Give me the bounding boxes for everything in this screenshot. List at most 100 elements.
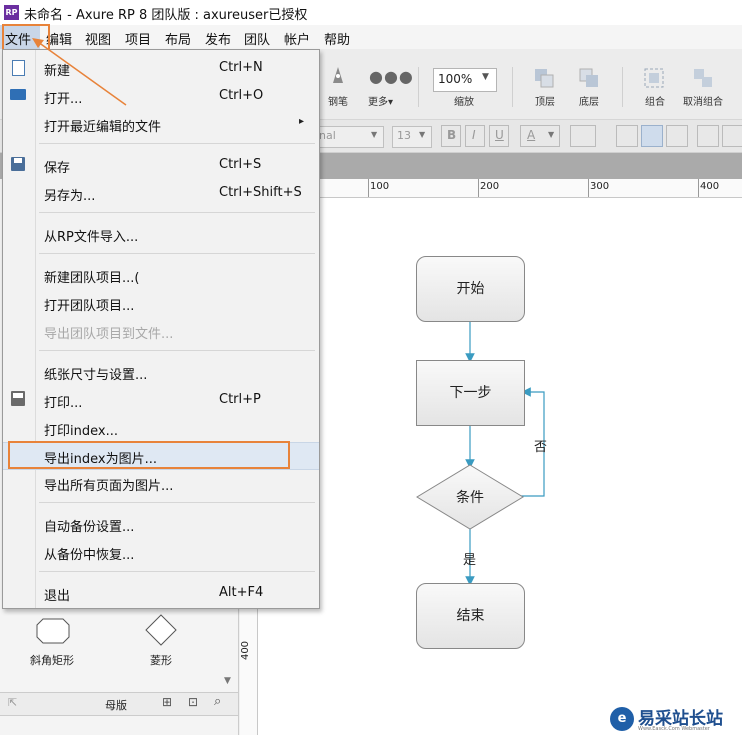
menu-item-save-as[interactable]: 另存为... Ctrl+Shift+S <box>3 180 319 206</box>
menu-item-shortcut: Ctrl+P <box>219 392 261 407</box>
more-label[interactable]: 更多▾ <box>368 93 393 108</box>
bring-to-front-icon[interactable] <box>533 67 555 89</box>
flow-node-next[interactable]: 下一步 <box>416 360 525 426</box>
menu-item-label: 打开团队项目... <box>44 299 135 314</box>
group-icon[interactable] <box>643 67 665 89</box>
ruler-tick-label: 400 <box>700 181 720 192</box>
italic-label: I <box>472 128 476 142</box>
widget-library-panel: 斜角矩形 菱形 ▼ ⇱ 母版 ⊞ ⊡ ⌕ <box>0 600 239 735</box>
font-color-label: A <box>527 128 536 142</box>
bevel-rectangle-widget-icon[interactable] <box>36 618 70 644</box>
zoom-select[interactable]: 100% ▼ <box>433 68 497 92</box>
bold-button[interactable]: B <box>441 125 461 147</box>
menu-item-label: 打印index... <box>44 424 118 439</box>
menu-item-shortcut: Ctrl+S <box>219 157 262 172</box>
collapse-icon[interactable]: ⇱ <box>8 696 17 709</box>
font-color-button[interactable]: A ▼ <box>520 125 560 147</box>
align-middle-icon[interactable] <box>722 125 742 147</box>
export-index-highlight-box <box>8 441 290 469</box>
ruler-tick-label: 200 <box>480 181 500 192</box>
flow-node-end[interactable]: 结束 <box>416 583 525 649</box>
file-menu-dropdown: 新建 Ctrl+N 打开... Ctrl+O 打开最近编辑的文件 ▸ 保存 Ct… <box>2 49 320 609</box>
italic-button[interactable]: I <box>465 125 485 147</box>
menu-separator <box>39 350 315 351</box>
underline-label: U <box>495 128 504 142</box>
toolbar-divider <box>512 67 513 107</box>
menu-item-import-rp[interactable]: 从RP文件导入... <box>3 221 319 247</box>
flow-node-next-label: 下一步 <box>449 385 492 401</box>
menu-item-shortcut: Alt+F4 <box>219 585 264 600</box>
menu-item-save[interactable]: 保存 Ctrl+S <box>3 152 319 178</box>
bullet-list-icon[interactable] <box>570 125 596 147</box>
menu-item-print-index[interactable]: 打印index... <box>3 415 319 441</box>
diamond-label: 菱形 <box>150 654 172 667</box>
font-family-select[interactable]: nal ▼ <box>318 126 384 148</box>
menu-item-exit[interactable]: 退出 Alt+F4 <box>3 580 319 606</box>
flow-node-start-label: 开始 <box>456 281 485 297</box>
underline-button[interactable]: U <box>489 125 509 147</box>
add-folder-icon[interactable]: ⊡ <box>188 695 198 709</box>
flow-node-end-label: 结束 <box>456 608 485 624</box>
menu-item-label: 保存 <box>44 161 71 176</box>
annotation-arrow <box>32 38 127 106</box>
align-center-icon[interactable] <box>641 125 663 147</box>
font-family-value: nal <box>319 129 336 142</box>
menu-item-print[interactable]: 打印... Ctrl+P <box>3 387 319 413</box>
group-label: 组合 <box>645 97 665 108</box>
flow-node-start[interactable]: 开始 <box>416 256 525 322</box>
top-layer-label: 顶层 <box>535 97 555 108</box>
align-right-icon[interactable] <box>666 125 688 147</box>
align-top-icon[interactable] <box>697 125 719 147</box>
pen-icon[interactable] <box>330 65 346 85</box>
menu-item-label: 退出 <box>44 589 71 604</box>
font-size-select[interactable]: 13 ▼ <box>392 126 432 148</box>
zoom-label: 缩放 <box>454 97 474 108</box>
ruler-tick-label: 100 <box>370 181 390 192</box>
flow-label-yes: 是 <box>463 553 477 568</box>
menu-item-new-team-project[interactable]: 新建团队项目...( <box>3 262 319 288</box>
menu-item-label: 自动备份设置... <box>44 520 135 535</box>
bevel-rectangle-label: 斜角矩形 <box>30 654 74 667</box>
menu-item-shortcut: Ctrl+Shift+S <box>219 185 302 200</box>
menu-item-label: 另存为... <box>44 189 96 204</box>
pen-label: 钢笔 <box>328 97 348 108</box>
menu-item-label: 新建团队项目...( <box>44 271 140 286</box>
flow-label-no: 否 <box>534 440 548 455</box>
toolbar-divider <box>418 67 419 107</box>
send-to-back-icon[interactable] <box>578 67 600 89</box>
menu-item-label: 打印... <box>44 396 83 411</box>
menu-item-open-team-project[interactable]: 打开团队项目... <box>3 290 319 316</box>
ruler-tick-label: 300 <box>590 181 610 192</box>
watermark-logo-icon: e <box>610 707 634 731</box>
add-master-icon[interactable]: ⊞ <box>162 695 172 709</box>
ungroup-icon[interactable] <box>692 67 714 89</box>
menu-separator <box>39 143 315 144</box>
masters-label: 母版 <box>105 699 127 712</box>
menu-item-auto-backup[interactable]: 自动备份设置... <box>3 511 319 537</box>
menu-separator <box>39 212 315 213</box>
design-canvas[interactable]: 开始 下一步 条件 结束 否 是 <box>258 198 742 735</box>
toolbar-divider <box>622 67 623 107</box>
menu-item-export-all-pages-image[interactable]: 导出所有页面为图片... <box>3 470 319 496</box>
save-icon-detail <box>14 158 22 163</box>
chevron-down-icon: ▼ <box>482 72 489 82</box>
menu-item-restore-backup[interactable]: 从备份中恢复... <box>3 539 319 565</box>
flow-node-condition-label: 条件 <box>456 490 484 506</box>
menu-item-label: 从RP文件导入... <box>44 230 139 245</box>
menu-item-page-setup[interactable]: 纸张尺寸与设置... <box>3 359 319 385</box>
bottom-layer-label: 底层 <box>579 97 599 108</box>
menu-separator <box>39 571 315 572</box>
chevron-down-icon: ▼ <box>371 130 378 139</box>
scroll-down-icon[interactable]: ▼ <box>224 676 231 686</box>
ruler-tick-label: 400 <box>240 640 252 661</box>
masters-panel-header: ⇱ 母版 ⊞ ⊡ ⌕ <box>0 692 238 716</box>
ungroup-label: 取消组合 <box>683 97 723 108</box>
chevron-down-icon: ▼ <box>419 130 426 139</box>
watermark: e 易采站长站 Www.Easck.Com Webmaster <box>606 703 742 735</box>
search-icon[interactable]: ⌕ <box>214 694 221 709</box>
diamond-widget-icon[interactable] <box>145 614 177 646</box>
align-left-icon[interactable] <box>616 125 638 147</box>
more-icon[interactable]: ●●● <box>369 67 414 86</box>
printer-icon-detail <box>13 393 23 398</box>
menu-item-label: 从备份中恢复... <box>44 548 135 563</box>
